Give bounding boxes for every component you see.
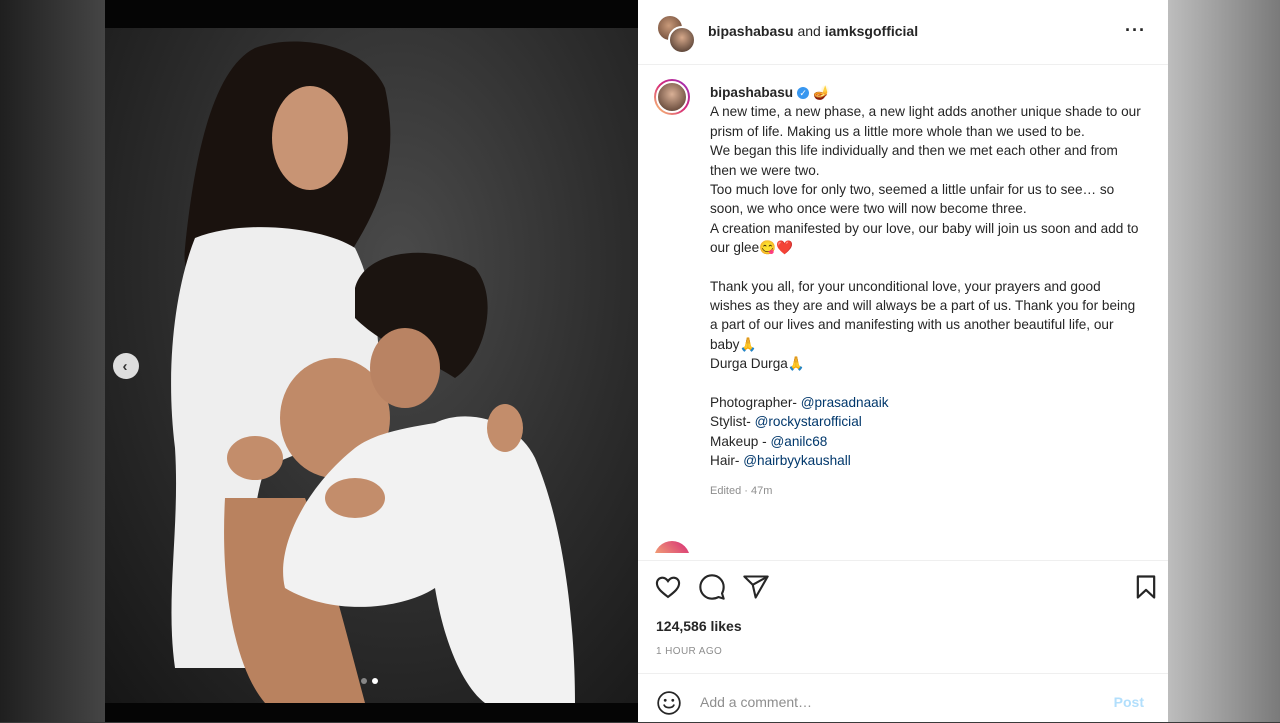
caption-avatar[interactable]	[654, 79, 690, 115]
caption-text: bipashabasu ✓ 🪔 A new time, a new phase, a…	[710, 83, 1145, 502]
avatar	[654, 541, 690, 553]
carousel-prev-button[interactable]: ‹	[113, 353, 139, 379]
mention-link[interactable]: @anilc68	[770, 434, 827, 449]
carousel-dot	[361, 678, 367, 684]
edited-timestamp: Edited · 47m	[710, 485, 773, 498]
lamp-emoji: 🪔	[813, 85, 831, 100]
emoji-icon[interactable]	[656, 690, 682, 716]
post-photo[interactable]: ‹	[105, 0, 638, 722]
caption-username[interactable]: bipashabasu	[710, 85, 793, 100]
action-bar	[638, 560, 1168, 613]
background-left	[0, 0, 105, 722]
caption-line: Thank you all, for your unconditional lo…	[710, 278, 1136, 352]
post-authors: bipashabasu and iamksgofficial	[708, 23, 918, 39]
more-options-button[interactable]: ···	[1125, 20, 1146, 41]
comment-bar: Post	[638, 673, 1168, 723]
comment-preview[interactable]	[654, 541, 690, 553]
carousel-dots	[361, 678, 378, 684]
collab-avatars[interactable]	[656, 14, 696, 54]
caption-line: Durga Durga🙏	[710, 356, 805, 372]
coauthor-link[interactable]: iamksgofficial	[825, 23, 918, 39]
mention-link[interactable]: @rockystarofficial	[755, 414, 862, 429]
caption-line: A creation manifested by our love, our b…	[710, 220, 1139, 256]
mention-link[interactable]: @prasadnaaik	[801, 395, 889, 410]
caption-line: We began this life individually and then…	[710, 143, 1118, 178]
credit-stylist: Stylist- @rockystarofficial	[710, 414, 862, 430]
verified-badge-icon: ✓	[797, 87, 810, 100]
carousel-dot-active	[372, 678, 378, 684]
background-right	[1168, 0, 1280, 722]
photo-scene	[171, 41, 575, 703]
author-link[interactable]: bipashabasu	[708, 23, 794, 39]
likes-count[interactable]: 124,586 likes	[656, 618, 742, 634]
post-comment-button[interactable]: Post	[1114, 694, 1144, 710]
author-joiner: and	[797, 23, 821, 39]
heart-icon[interactable]	[654, 573, 682, 601]
caption-line: A new time, a new phase, a new light add…	[710, 104, 1141, 139]
bookmark-icon[interactable]	[1132, 573, 1160, 601]
credit-hair: Hair- @hairbyykaushall	[710, 452, 851, 468]
chevron-left-icon: ‹	[122, 357, 128, 375]
credit-photographer: Photographer- @prasadnaaik	[710, 394, 889, 410]
credit-makeup: Makeup - @anilc68	[710, 433, 828, 449]
caption-area[interactable]: bipashabasu ✓ 🪔 A new time, a new phase, a…	[638, 65, 1168, 553]
mention-link[interactable]: @hairbyykaushall	[743, 453, 851, 468]
post-timestamp: 1 HOUR AGO	[656, 646, 723, 657]
comment-icon[interactable]	[698, 573, 726, 601]
avatar	[668, 26, 696, 54]
post-panel: bipashabasu and iamksgofficial ··· bipas…	[638, 0, 1168, 722]
share-icon[interactable]	[742, 573, 770, 601]
post-header: bipashabasu and iamksgofficial ···	[638, 0, 1168, 65]
comment-input[interactable]	[698, 688, 1082, 716]
caption-line: Too much love for only two, seemed a lit…	[710, 182, 1115, 217]
